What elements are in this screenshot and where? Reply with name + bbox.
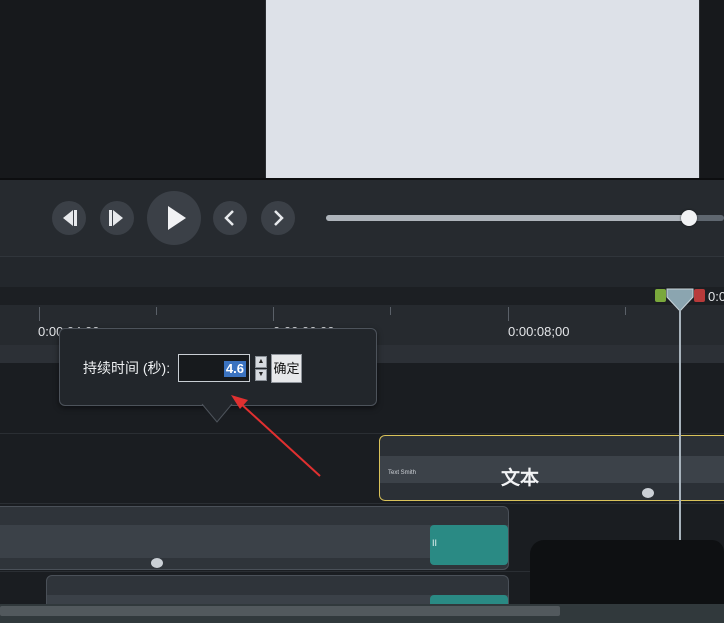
duration-label: 持续时间 (秒):: [83, 360, 171, 376]
scrollbar-thumb[interactable]: [0, 606, 560, 616]
ruler-minor-tick: [625, 307, 626, 315]
playhead-time: 0:0: [708, 289, 724, 304]
play-button[interactable]: [147, 191, 201, 245]
chevron-left-icon: [224, 210, 234, 226]
media-clip-end[interactable]: II: [430, 525, 508, 565]
playhead-line: [679, 310, 681, 541]
step-forward-icon: [109, 210, 123, 226]
ruler-minor-tick: [156, 307, 157, 315]
duration-value[interactable]: 4.6: [223, 361, 246, 377]
ruler-header: [0, 287, 724, 305]
ruler-major-tick: [39, 307, 40, 321]
confirm-button[interactable]: 确定: [271, 354, 302, 383]
duration-stepper[interactable]: ▲ ▼: [255, 356, 267, 382]
next-marker-button[interactable]: [261, 201, 295, 235]
duration-input[interactable]: 4.6: [178, 354, 250, 382]
ruler-major-tick: [273, 307, 274, 321]
track-divider: [0, 503, 724, 504]
ruler-major-tick: [508, 307, 509, 321]
collapse-handle[interactable]: [151, 558, 163, 568]
chevron-right-icon: [274, 210, 284, 226]
clip-marker: II: [432, 538, 438, 548]
text-clip-title: 文本: [501, 468, 540, 489]
stepper-down-button[interactable]: ▼: [255, 369, 267, 381]
timeline-toolbar: [0, 256, 724, 288]
stepper-up-button[interactable]: ▲: [255, 356, 267, 368]
collapse-handle[interactable]: [642, 488, 654, 498]
popup-pointer: [201, 403, 233, 423]
text-clip[interactable]: Text Smith 文本: [379, 435, 724, 501]
scrub-handle[interactable]: [681, 210, 697, 226]
overlay-shadow: [530, 540, 724, 610]
scrub-progress: [326, 215, 689, 221]
track-divider: [0, 433, 724, 434]
step-back-icon: [63, 210, 77, 226]
step-forward-button[interactable]: [100, 201, 134, 235]
text-clip-caption: Text Smith: [388, 470, 417, 476]
previous-marker-button[interactable]: [213, 201, 247, 235]
step-back-button[interactable]: [52, 201, 86, 235]
preview-canvas[interactable]: [265, 0, 700, 178]
clip-band: [380, 456, 724, 483]
ruler-label: 0:00:08;00: [508, 324, 570, 339]
play-icon: [168, 206, 186, 230]
ruler-minor-tick: [390, 307, 391, 315]
